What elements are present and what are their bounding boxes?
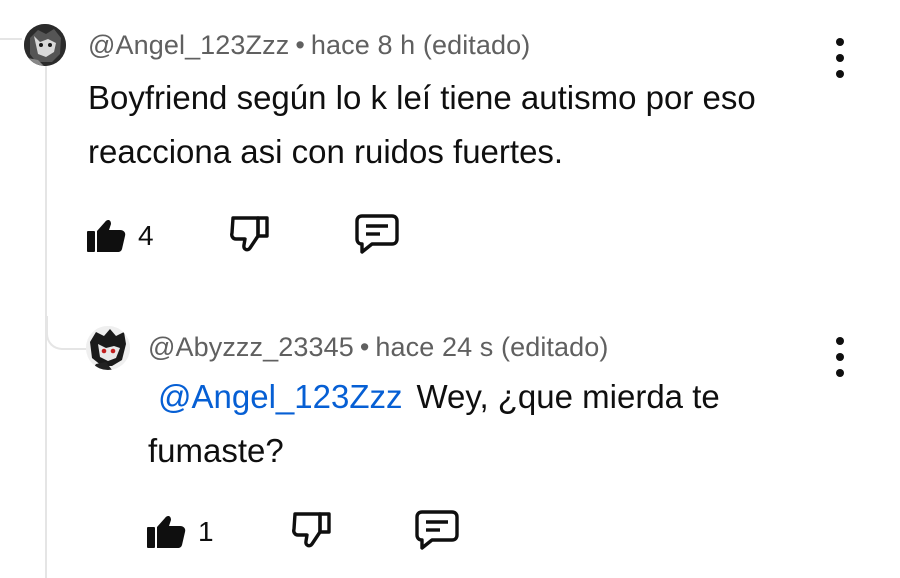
reply-reply-button[interactable] (414, 509, 460, 551)
thumbs-down-outline-icon (292, 512, 331, 548)
comment-timestamp: hace 8 h (editado) (310, 30, 531, 60)
more-vert-icon (836, 38, 844, 46)
reply-meta: @Abyzzz_23345 • hace 24 s (editado) (148, 332, 608, 363)
reply-like-count: 1 (198, 516, 214, 547)
reply-dislike-button[interactable] (290, 510, 334, 550)
reply-text: @Angel_123Zzz Wey, ¿que mierda te fumaste… (148, 370, 720, 478)
comment-like-button[interactable] (86, 216, 126, 254)
meta-separator: • (295, 30, 305, 60)
comment-text-line: Boyfriend según lo k leí tiene autismo p… (88, 79, 756, 116)
comment-menu-button[interactable] (830, 38, 850, 78)
reply-menu-button[interactable] (830, 337, 850, 377)
meta-separator: • (359, 332, 370, 362)
thumbs-up-filled-icon (87, 219, 126, 252)
thumbs-down-outline-icon (230, 216, 269, 252)
reply-mention-link[interactable]: @Angel_123Zzz (158, 378, 402, 415)
comment-meta: @Angel_123Zzz • hace 8 h (editado) (88, 30, 530, 61)
comment-reply-button[interactable] (354, 213, 400, 255)
thumbs-up-filled-icon (147, 515, 186, 548)
comment-author-avatar[interactable] (24, 24, 66, 66)
reply-text-line: fumaste? (148, 432, 284, 469)
reply-text-content: Wey, ¿que mierda te (416, 378, 720, 415)
comment-reply-icon (415, 510, 459, 550)
thread-connector-top (0, 38, 22, 40)
comment-text: Boyfriend según lo k leí tiene autismo p… (88, 71, 756, 179)
comment-like-count: 4 (138, 220, 154, 251)
reply-author-avatar[interactable] (86, 326, 130, 370)
comment-text-line: reacciona asi con ruidos fuertes. (88, 133, 564, 170)
reply-text-line: @Angel_123Zzz Wey, ¿que mierda te (148, 370, 720, 424)
comment-dislike-button[interactable] (228, 214, 272, 254)
reply-author[interactable]: @Abyzzz_23345 (148, 332, 354, 362)
comment-author[interactable]: @Angel_123Zzz (88, 30, 289, 60)
more-vert-icon (836, 337, 844, 345)
reply-like-button[interactable] (146, 512, 186, 550)
reply-timestamp: hace 24 s (editado) (375, 332, 609, 362)
comment-reply-icon (355, 214, 399, 254)
reply-connector (46, 316, 88, 350)
